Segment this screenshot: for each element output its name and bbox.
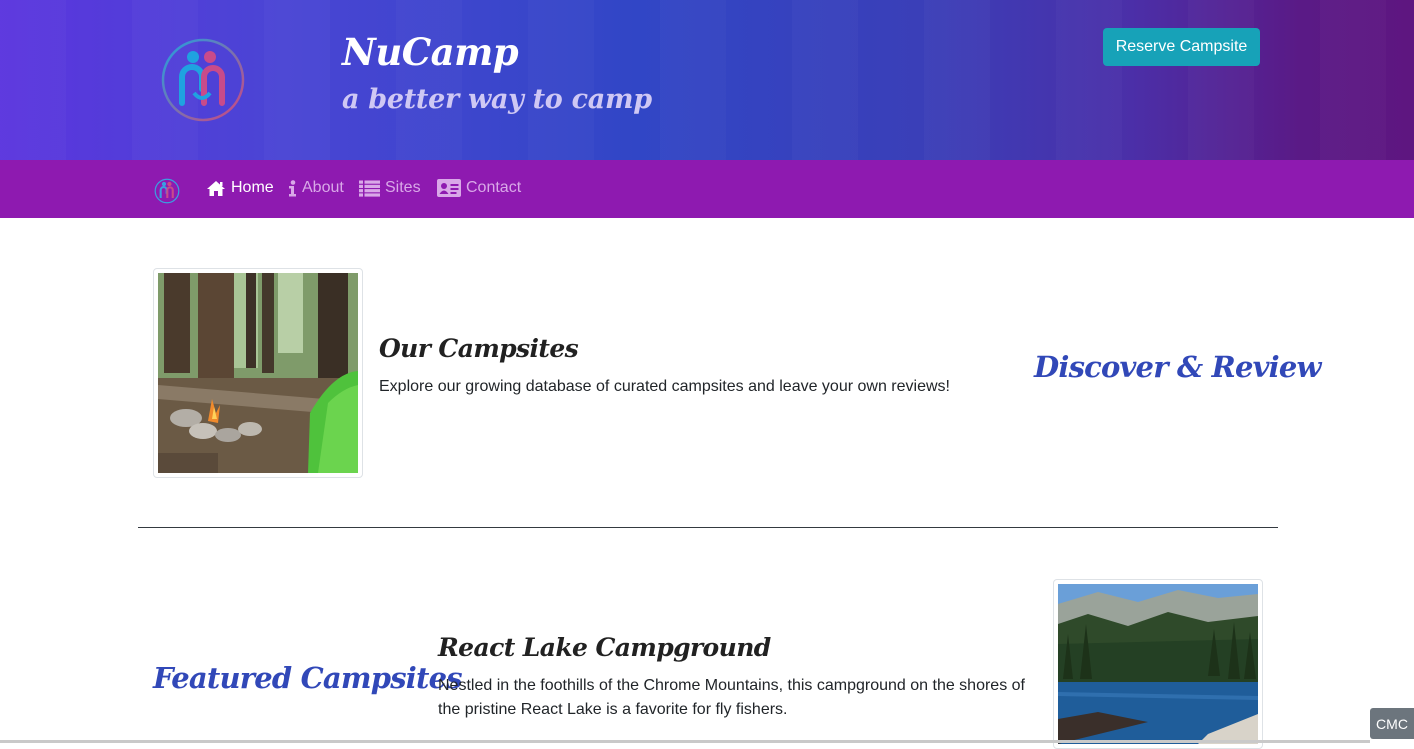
main-content: Our Campsites Explore our growing databa… [0, 218, 1414, 749]
campsites-description: Explore our growing database of curated … [379, 378, 950, 395]
campsite-photo [153, 268, 363, 478]
nav-sites-label: Sites [385, 179, 421, 196]
campsites-title: Our Campsites [379, 334, 579, 363]
home-icon [207, 180, 225, 196]
reserve-campsite-button[interactable]: Reserve Campsite [1103, 28, 1260, 66]
address-card-icon [437, 179, 461, 197]
nav-about[interactable]: About [288, 179, 344, 197]
featured-campsite-description: Nestled in the foothills of the Chrome M… [438, 677, 1025, 718]
nav-contact-label: Contact [466, 179, 522, 196]
featured-campsites-heading: Featured Campsites [153, 661, 463, 695]
list-icon [359, 180, 380, 197]
brand-tagline: a better way to camp [342, 84, 652, 115]
navbar-logo-icon[interactable] [154, 178, 180, 204]
nav-about-label: About [302, 179, 344, 196]
info-icon [289, 179, 296, 196]
jumbotron-header: NuCamp a better way to camp Reserve Camp… [0, 0, 1414, 160]
nucamp-logo-icon [161, 38, 245, 122]
featured-campsite-title: React Lake Campground [438, 633, 771, 662]
brand-title: NuCamp [342, 30, 519, 74]
nav-sites[interactable]: Sites [359, 179, 421, 197]
forest-campsite-image [158, 273, 358, 473]
featured-campsite-photo [1053, 579, 1263, 749]
section-divider [138, 527, 1278, 528]
nav-contact[interactable]: Contact [437, 179, 521, 197]
nav-home[interactable]: Home [206, 179, 274, 197]
main-navbar: Home About Sites Contact [0, 160, 1414, 218]
discover-review-heading: Discover & Review [1034, 350, 1321, 384]
mountain-lake-image [1058, 584, 1258, 744]
cmc-badge[interactable]: CMC [1370, 708, 1414, 739]
nav-home-label: Home [231, 179, 274, 196]
